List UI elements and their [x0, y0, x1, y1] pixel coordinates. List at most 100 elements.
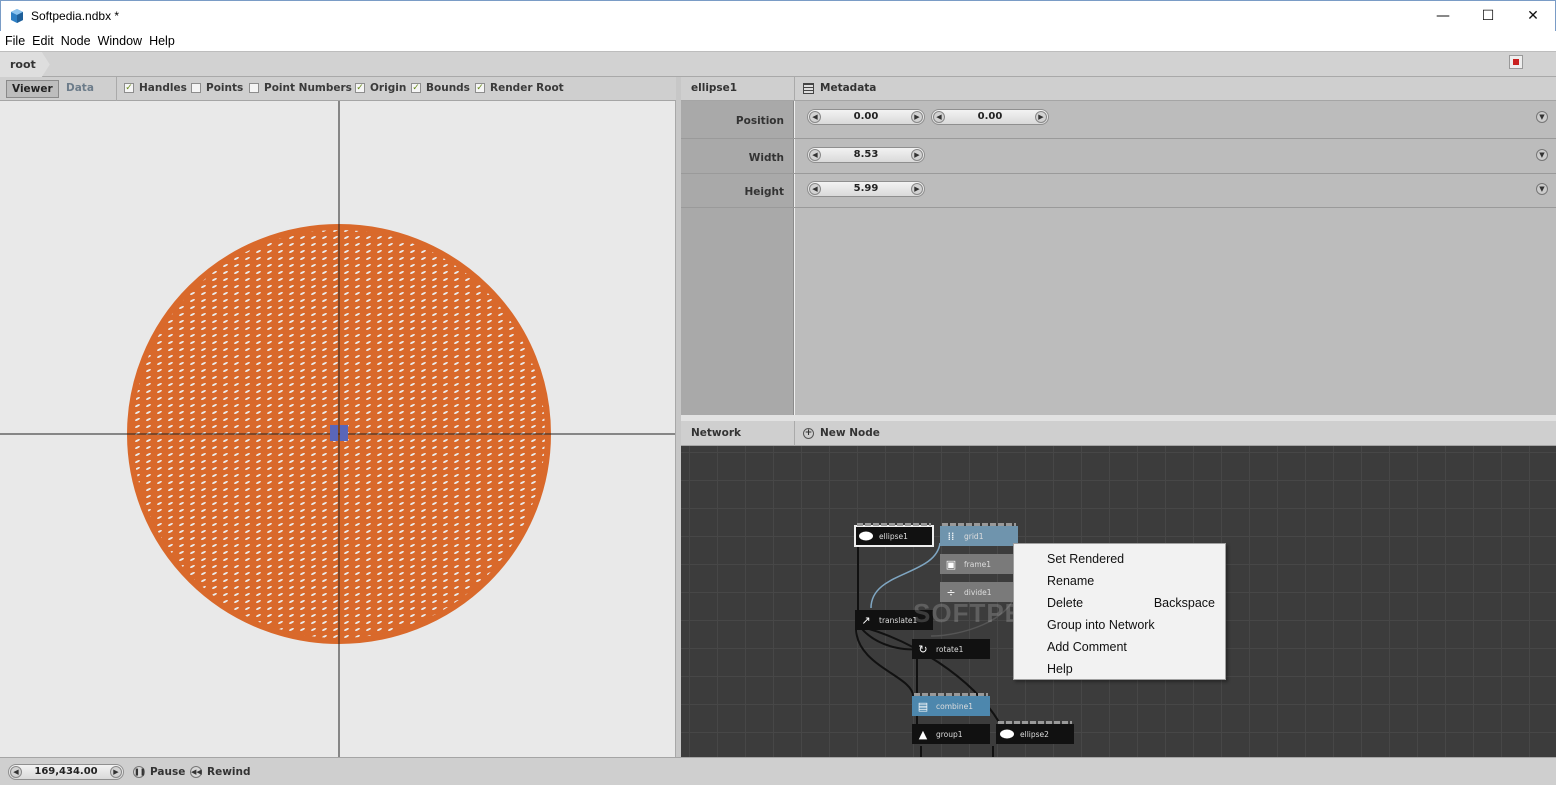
- tab-data[interactable]: Data: [61, 80, 99, 98]
- decrement-icon[interactable]: ◀: [10, 766, 22, 778]
- menu-window[interactable]: Window: [98, 34, 142, 48]
- maximize-icon: ☐: [1481, 8, 1495, 24]
- checkbox-origin[interactable]: ✓ Origin: [355, 82, 406, 94]
- new-node-button[interactable]: + New Node: [803, 427, 880, 439]
- rotate-node-icon: ↻: [918, 642, 928, 656]
- plus-icon: +: [803, 427, 814, 439]
- node-rotate1[interactable]: ↻ rotate1: [912, 639, 990, 659]
- stop-render-icon[interactable]: [1509, 55, 1523, 69]
- toolbar-divider: [116, 77, 117, 101]
- selected-node-name: ellipse1: [691, 82, 738, 94]
- menu-node[interactable]: Node: [61, 34, 91, 48]
- menu-item-set-rendered[interactable]: Set Rendered: [1014, 548, 1225, 570]
- shortcut-backspace: Backspace: [1153, 596, 1215, 610]
- menu-item-group-into-network[interactable]: Group into Network: [1014, 614, 1225, 636]
- node-frame1[interactable]: ▣ frame1: [940, 554, 1018, 574]
- param-label-height: Height: [744, 186, 784, 198]
- node-ellipse1[interactable]: ellipse1: [854, 523, 934, 547]
- header-divider: [794, 77, 795, 101]
- check-icon: ✓: [475, 83, 485, 93]
- check-icon: ✓: [411, 83, 421, 93]
- increment-icon[interactable]: ▶: [110, 766, 122, 778]
- chevron-down-icon[interactable]: ▼: [1536, 111, 1548, 123]
- param-row-width: Width ◀ 8.53 ▶ ▼: [681, 139, 1556, 174]
- combine-node-icon: ▤: [917, 699, 929, 713]
- check-icon: ✓: [124, 83, 134, 93]
- title-bar: Softpedia.ndbx * — ☐ ✕: [0, 0, 1556, 31]
- tab-viewer[interactable]: Viewer: [6, 80, 59, 98]
- origin-handle-icon[interactable]: [330, 425, 338, 441]
- node-ports: [914, 693, 988, 696]
- chevron-down-icon[interactable]: ▼: [1536, 183, 1548, 195]
- checkbox-bounds[interactable]: ✓ Bounds: [411, 82, 470, 94]
- network-header: Network + New Node: [681, 421, 1556, 446]
- network-title: Network: [691, 427, 742, 439]
- increment-icon[interactable]: ▶: [911, 111, 923, 123]
- increment-icon[interactable]: ▶: [911, 149, 923, 161]
- menu-item-delete[interactable]: Delete Backspace: [1014, 592, 1225, 614]
- maximize-button[interactable]: ☐: [1465, 1, 1511, 31]
- menu-bar: File Edit Node Window Help: [0, 31, 1556, 51]
- viewer-drawing: [0, 101, 675, 757]
- menu-edit[interactable]: Edit: [32, 34, 54, 48]
- position-x-field[interactable]: ◀ 0.00 ▶: [807, 109, 925, 125]
- translate-node-icon: ↗: [861, 613, 871, 627]
- width-field[interactable]: ◀ 8.53 ▶: [807, 147, 925, 163]
- node-ports: [998, 721, 1072, 724]
- close-icon: ✕: [1527, 8, 1539, 24]
- increment-icon[interactable]: ▶: [911, 183, 923, 195]
- node-ports: [942, 523, 1016, 526]
- grid-node-icon: ⁞⁞: [947, 529, 955, 543]
- group-node-icon: ▲: [918, 727, 928, 741]
- decrement-icon[interactable]: ◀: [933, 111, 945, 123]
- header-divider: [794, 421, 795, 446]
- checkbox-point-numbers[interactable]: Point Numbers: [249, 82, 352, 94]
- param-label-width: Width: [748, 152, 784, 164]
- position-y-field[interactable]: ◀ 0.00 ▶: [931, 109, 1049, 125]
- breadcrumb-root[interactable]: root: [0, 52, 50, 77]
- node-grid1[interactable]: ⁞⁞ grid1: [940, 523, 1018, 546]
- minimize-button[interactable]: —: [1420, 1, 1466, 31]
- viewer-toolbar: Viewer Data ✓ Handles Points Point Number…: [0, 77, 676, 101]
- chevron-down-icon[interactable]: ▼: [1536, 149, 1548, 161]
- menu-help[interactable]: Help: [149, 34, 175, 48]
- pause-button[interactable]: ❚❚ Pause: [133, 766, 185, 778]
- minimize-icon: —: [1436, 8, 1450, 24]
- close-button[interactable]: ✕: [1510, 1, 1556, 31]
- metadata-button[interactable]: Metadata: [803, 82, 876, 94]
- menu-file[interactable]: File: [5, 34, 25, 48]
- increment-icon[interactable]: ▶: [1035, 111, 1047, 123]
- menu-item-add-comment[interactable]: Add Comment: [1014, 636, 1225, 658]
- checkbox-render-root[interactable]: ✓ Render Root: [475, 82, 564, 94]
- param-row-position: Position ◀ 0.00 ▶ ◀ 0.00 ▶ ▼: [681, 101, 1556, 139]
- metadata-icon: [803, 82, 814, 94]
- parameter-header: ellipse1 Metadata: [681, 77, 1556, 101]
- frame-node-icon: ▣: [945, 557, 957, 571]
- node-combine1[interactable]: ▤ combine1: [912, 693, 990, 716]
- empty-box-icon: [191, 83, 201, 93]
- decrement-icon[interactable]: ◀: [809, 111, 821, 123]
- frame-field[interactable]: ◀ 169,434.00 ▶: [8, 764, 124, 780]
- breadcrumb: root: [0, 51, 1556, 77]
- rewind-icon: ◀◀: [190, 766, 202, 778]
- context-menu: Set Rendered Rename Delete Backspace Grou…: [1013, 543, 1226, 680]
- menu-item-rename[interactable]: Rename: [1014, 570, 1225, 592]
- param-row-height: Height ◀ 5.99 ▶ ▼: [681, 174, 1556, 208]
- ellipse-node-icon: [857, 527, 875, 545]
- height-field[interactable]: ◀ 5.99 ▶: [807, 181, 925, 197]
- rewind-button[interactable]: ◀◀ Rewind: [190, 766, 251, 778]
- empty-box-icon: [249, 83, 259, 93]
- decrement-icon[interactable]: ◀: [809, 149, 821, 161]
- origin-handle-icon[interactable]: [340, 425, 348, 441]
- checkbox-points[interactable]: Points: [191, 82, 243, 94]
- node-ports: [857, 523, 931, 526]
- viewer-canvas[interactable]: [0, 101, 676, 757]
- checkbox-handles[interactable]: ✓ Handles: [124, 82, 187, 94]
- ellipse-node-icon: [998, 725, 1016, 743]
- node-ellipse2[interactable]: ellipse2: [996, 721, 1074, 744]
- pause-icon: ❚❚: [133, 766, 146, 778]
- app-cube-icon: [11, 9, 23, 23]
- menu-item-help[interactable]: Help: [1014, 658, 1225, 680]
- decrement-icon[interactable]: ◀: [809, 183, 821, 195]
- node-group1[interactable]: ▲ group1: [912, 724, 990, 744]
